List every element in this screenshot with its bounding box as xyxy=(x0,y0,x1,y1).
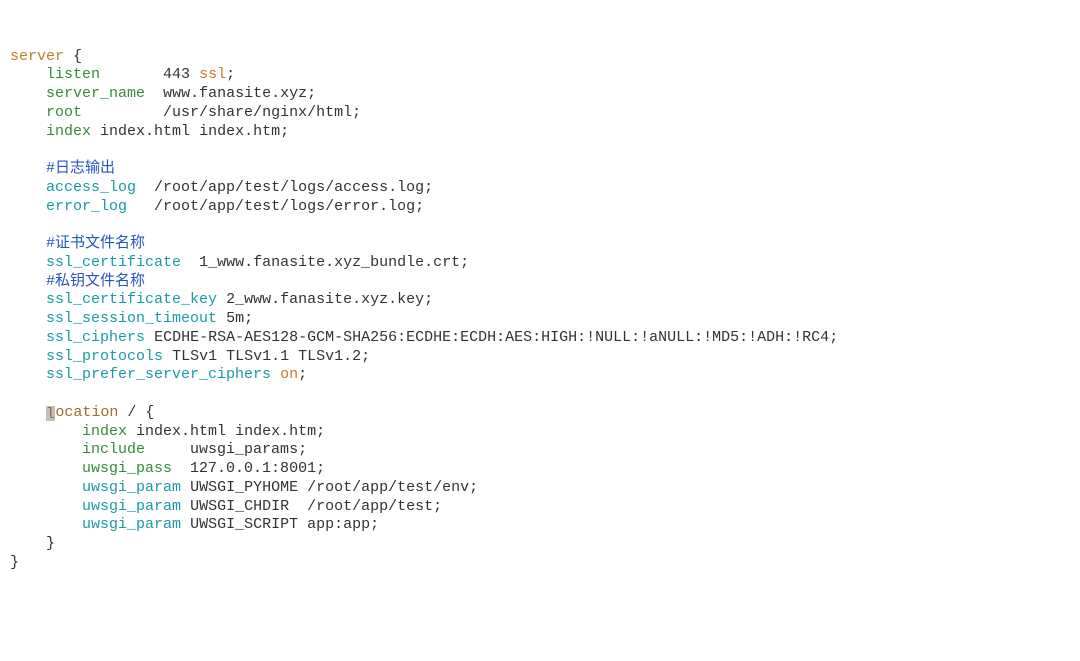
val-error-log: /root/app/test/logs/error.log xyxy=(154,198,415,215)
comment-log: #日志输出 xyxy=(46,160,115,177)
dir-uwsgi-param2: uwsgi_param xyxy=(82,498,181,515)
dir-index-loc: index xyxy=(82,423,127,440)
semi: ; xyxy=(424,179,433,196)
dir-ssl-protocols: ssl_protocols xyxy=(46,348,163,365)
kw-location: ocation xyxy=(55,404,118,421)
dir-ssl-prefer-server-ciphers: ssl_prefer_server_ciphers xyxy=(46,366,271,383)
val-include: uwsgi_params xyxy=(190,441,298,458)
kw-server: server xyxy=(10,48,64,65)
semi: ; xyxy=(370,516,379,533)
semi: ; xyxy=(415,198,424,215)
dir-ssl-ciphers: ssl_ciphers xyxy=(46,329,145,346)
val-listen: 443 xyxy=(163,66,190,83)
dir-error-log: error_log xyxy=(46,198,127,215)
brace-close: } xyxy=(10,554,19,571)
dir-ssl-cert-key: ssl_certificate_key xyxy=(46,291,217,308)
dir-listen: listen xyxy=(46,66,100,83)
val-ssl-protocols: TLSv1 TLSv1.1 TLSv1.2 xyxy=(172,348,361,365)
semi: ; xyxy=(361,348,370,365)
brace-close: } xyxy=(46,535,55,552)
dir-uwsgi-param1: uwsgi_param xyxy=(82,479,181,496)
semi: ; xyxy=(298,441,307,458)
dir-root: root xyxy=(46,104,82,121)
val-uwsgi-pass: 127.0.0.1:8001 xyxy=(190,460,316,477)
dir-index: index xyxy=(46,123,91,140)
brace-open: { xyxy=(73,48,82,65)
cursor-block: l xyxy=(46,406,55,421)
semi: ; xyxy=(424,291,433,308)
val-index-loc: index.html index.htm xyxy=(136,423,316,440)
val-server-name: www.fanasite.xyz xyxy=(163,85,307,102)
comment-key: #私钥文件名称 xyxy=(46,273,145,290)
val-index: index.html index.htm xyxy=(100,123,280,140)
val-ssl-cert-key: 2_www.fanasite.xyz.key xyxy=(226,291,424,308)
semi: ; xyxy=(226,66,235,83)
semi: ; xyxy=(280,123,289,140)
comment-cert: #证书文件名称 xyxy=(46,235,145,252)
dir-include: include xyxy=(82,441,145,458)
val-ssl-session-timeout: 5m xyxy=(226,310,244,327)
semi: ; xyxy=(352,104,361,121)
val-uwsgi-pyhome: UWSGI_PYHOME /root/app/test/env xyxy=(190,479,469,496)
val-access-log: /root/app/test/logs/access.log xyxy=(154,179,424,196)
val-ssl-ciphers: ECDHE-RSA-AES128-GCM-SHA256:ECDHE:ECDH:A… xyxy=(154,329,829,346)
semi: ; xyxy=(460,254,469,271)
slash: / xyxy=(127,404,136,421)
dir-uwsgi-param3: uwsgi_param xyxy=(82,516,181,533)
semi: ; xyxy=(307,85,316,102)
semi: ; xyxy=(829,329,838,346)
dir-uwsgi-pass: uwsgi_pass xyxy=(82,460,172,477)
val-uwsgi-script: UWSGI_SCRIPT app:app xyxy=(190,516,370,533)
semi: ; xyxy=(316,460,325,477)
semi: ; xyxy=(298,366,307,383)
semi: ; xyxy=(469,479,478,496)
dir-ssl-session-timeout: ssl_session_timeout xyxy=(46,310,217,327)
semi: ; xyxy=(316,423,325,440)
code-block: server { listen 443 ssl; server_name www… xyxy=(10,48,1070,573)
semi: ; xyxy=(244,310,253,327)
dir-access-log: access_log xyxy=(46,179,136,196)
val-root: /usr/share/nginx/html xyxy=(163,104,352,121)
kw-ssl: ssl xyxy=(199,66,226,83)
val-uwsgi-chdir: UWSGI_CHDIR /root/app/test xyxy=(190,498,433,515)
dir-ssl-cert: ssl_certificate xyxy=(46,254,181,271)
val-ssl-cert: 1_www.fanasite.xyz_bundle.crt xyxy=(199,254,460,271)
dir-server-name: server_name xyxy=(46,85,145,102)
semi: ; xyxy=(433,498,442,515)
brace-open: { xyxy=(145,404,154,421)
kw-on: on xyxy=(280,366,298,383)
